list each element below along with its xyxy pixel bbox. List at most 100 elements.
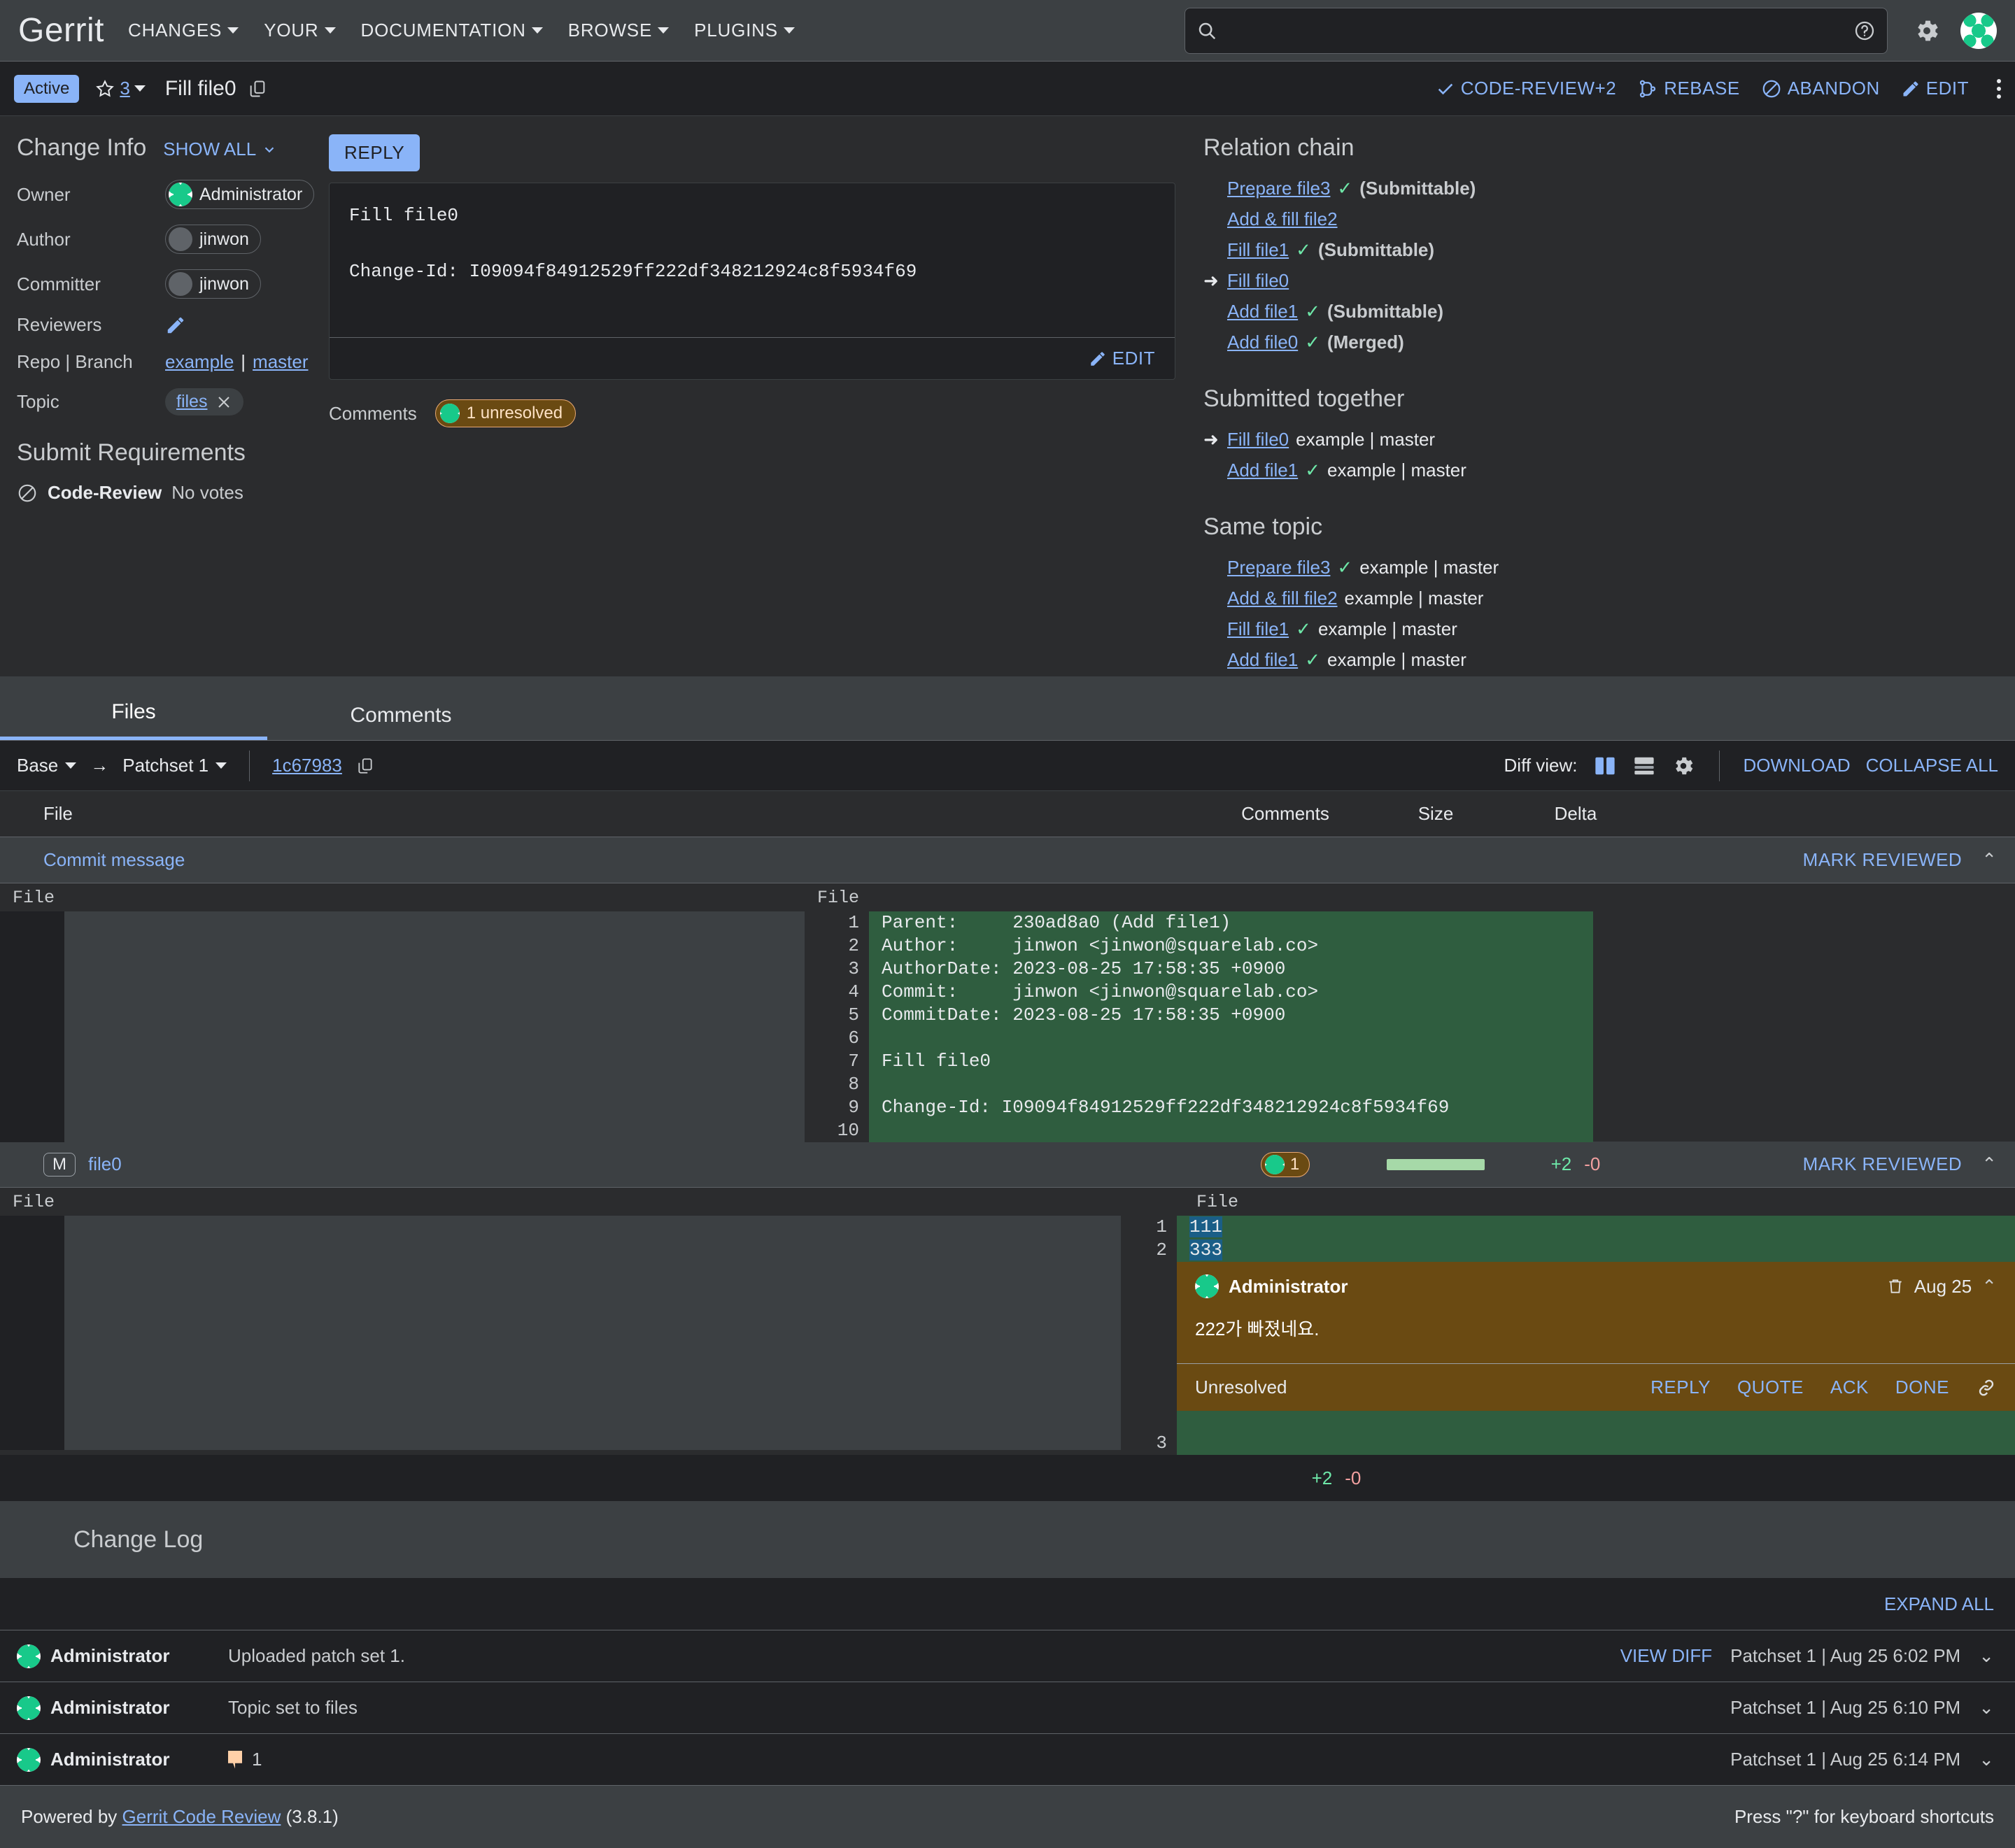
chevron-down-icon[interactable]: ⌄	[1979, 1697, 1994, 1719]
search-box[interactable]	[1185, 7, 1888, 54]
nav-item-plugins[interactable]: PLUGINS	[694, 20, 795, 41]
relation-link[interactable]: Add & fill file2	[1227, 205, 1338, 233]
link-icon[interactable]	[1976, 1377, 1997, 1398]
submitted-branch: example | master	[1327, 460, 1466, 481]
nav-item-documentation[interactable]: DOCUMENTATION	[361, 20, 543, 41]
patchset-dropdown[interactable]: Patchset 1	[122, 755, 227, 776]
submitted-link[interactable]: Add file1	[1227, 456, 1298, 484]
comment-quote-button[interactable]: QUOTE	[1737, 1377, 1804, 1398]
commit-message-file-link[interactable]: Commit message	[43, 849, 185, 871]
gerrit-code-review-link[interactable]: Gerrit Code Review	[122, 1806, 281, 1828]
log-message: Topic set to files	[228, 1697, 358, 1718]
comment-flag-icon	[228, 1750, 242, 1769]
log-author-name: Administrator	[50, 1749, 170, 1770]
topic-link[interactable]: files	[176, 392, 207, 412]
log-author: Administrator	[17, 1747, 211, 1772]
current-arrow-icon: ➜	[1203, 270, 1219, 291]
log-comment-count: 1	[252, 1749, 262, 1770]
change-log-row[interactable]: Administrator Uploaded patch set 1. VIEW…	[0, 1630, 2015, 1682]
settings-gear-icon[interactable]	[1913, 17, 1941, 45]
trash-icon[interactable]	[1886, 1277, 1904, 1295]
file-row-commit-message[interactable]: Commit message MARK REVIEWED ⌃	[0, 837, 2015, 883]
action-label: ABANDON	[1787, 78, 1880, 99]
file0-link[interactable]: file0	[88, 1153, 122, 1175]
mark-reviewed-button[interactable]: MARK REVIEWED	[1803, 1153, 1963, 1175]
copy-icon[interactable]	[356, 757, 374, 775]
collapse-chevron-icon[interactable]: ⌃	[1981, 1276, 1997, 1298]
collapse-chevron-icon[interactable]: ⌃	[1981, 849, 1997, 871]
diff-preferences-gear-icon[interactable]	[1671, 754, 1695, 778]
same-topic-link[interactable]: Add file1	[1227, 646, 1298, 674]
version-label: (3.8.1)	[285, 1806, 339, 1827]
star-icon[interactable]	[94, 78, 115, 99]
relation-link[interactable]: Fill file1	[1227, 236, 1289, 264]
abandon-button[interactable]: ABANDON	[1761, 78, 1880, 99]
edit-reviewers-pencil-icon[interactable]	[165, 315, 186, 336]
chevron-down-icon[interactable]	[134, 85, 146, 92]
expand-all-button[interactable]: EXPAND ALL	[1884, 1593, 1994, 1615]
separator: |	[241, 351, 246, 372]
help-circle-icon[interactable]	[1853, 20, 1876, 42]
unified-diff-icon[interactable]	[1632, 755, 1656, 776]
same-topic-link[interactable]: Prepare file3	[1227, 553, 1330, 581]
nav-item-your[interactable]: YOUR	[264, 20, 336, 41]
relation-link[interactable]: Prepare file3	[1227, 174, 1330, 202]
user-avatar[interactable]	[1960, 12, 1997, 49]
gerrit-logo[interactable]: Gerrit	[18, 11, 104, 50]
comment-done-button[interactable]: DONE	[1895, 1377, 1949, 1398]
search-input[interactable]	[1226, 19, 1845, 42]
check-icon: ✓	[1305, 649, 1320, 670]
base-dropdown[interactable]: Base	[17, 755, 77, 776]
edit-commit-message-button[interactable]: EDIT	[1089, 348, 1155, 369]
relation-link[interactable]: Add file1	[1227, 297, 1298, 325]
committer-chip[interactable]: jinwon	[165, 269, 261, 299]
file-comment-count-chip[interactable]: 1	[1260, 1151, 1310, 1177]
unresolved-comments-chip[interactable]: 1 unresolved	[434, 399, 577, 427]
chevron-down-icon[interactable]: ⌄	[1979, 1645, 1994, 1667]
mark-reviewed-button[interactable]: MARK REVIEWED	[1803, 849, 1963, 871]
copy-icon[interactable]	[248, 79, 267, 99]
edit-button[interactable]: EDIT	[1901, 78, 1969, 99]
star-group[interactable]: 3	[94, 78, 146, 99]
collapse-chevron-icon[interactable]: ⌃	[1981, 1153, 1997, 1175]
show-all-toggle[interactable]: SHOW ALL	[163, 138, 277, 160]
same-topic-link[interactable]: Fill file1	[1227, 615, 1289, 643]
submitted-link[interactable]: Fill file0	[1227, 425, 1289, 453]
repo-link[interactable]: example	[165, 351, 234, 373]
branch-link[interactable]: master	[253, 351, 308, 373]
same-topic-link[interactable]: Add & fill file2	[1227, 584, 1338, 612]
column-delta: Delta	[1554, 803, 1597, 824]
change-log-row[interactable]: Administrator 1 Patchset 1 | Aug 25 6:14…	[0, 1733, 2015, 1785]
author-chip[interactable]: jinwon	[165, 225, 261, 254]
change-log-expand-row: EXPAND ALL	[0, 1578, 2015, 1630]
tab-comments[interactable]: Comments	[267, 704, 535, 740]
size-cell	[1366, 1158, 1506, 1170]
comment-ack-button[interactable]: ACK	[1830, 1377, 1869, 1398]
side-by-side-diff-icon[interactable]	[1593, 755, 1617, 776]
file-row-file0[interactable]: M file0 1 +2 -0 MARK REVIEWED ⌃	[0, 1142, 2015, 1188]
change-log-row[interactable]: Administrator Topic set to files Patchse…	[0, 1682, 2015, 1733]
rebase-button[interactable]: REBASE	[1637, 78, 1740, 99]
collapse-all-button[interactable]: COLLAPSE ALL	[1866, 755, 1998, 776]
topic-chip[interactable]: files	[165, 388, 244, 415]
same-topic-item: Add & fill file2 example | master	[1203, 584, 1998, 612]
reply-button[interactable]: REPLY	[329, 134, 420, 171]
block-icon	[1761, 78, 1782, 99]
nav-item-changes[interactable]: CHANGES	[128, 20, 239, 41]
commit-sha-link[interactable]: 1c67983	[272, 755, 342, 776]
star-count-link[interactable]: 3	[120, 78, 129, 99]
download-button[interactable]: DOWNLOAD	[1744, 755, 1851, 776]
diff-line: 111	[1177, 1216, 2015, 1239]
nav-item-browse[interactable]: BROWSE	[568, 20, 670, 41]
comment-reply-button[interactable]: REPLY	[1650, 1377, 1711, 1398]
view-diff-button[interactable]: VIEW DIFF	[1620, 1645, 1712, 1667]
owner-chip[interactable]: Administrator	[165, 180, 315, 209]
relation-link[interactable]: Fill file0	[1227, 266, 1289, 294]
tab-files[interactable]: Files	[0, 700, 267, 740]
relation-link[interactable]: Add file0	[1227, 328, 1298, 356]
chevron-down-icon[interactable]: ⌄	[1979, 1749, 1994, 1770]
close-icon[interactable]	[215, 394, 232, 411]
more-options-icon[interactable]	[1990, 78, 2001, 99]
log-patchset-date: Patchset 1 | Aug 25 6:10 PM	[1730, 1697, 1961, 1718]
code-review-plus2-button[interactable]: CODE-REVIEW+2	[1436, 78, 1617, 99]
